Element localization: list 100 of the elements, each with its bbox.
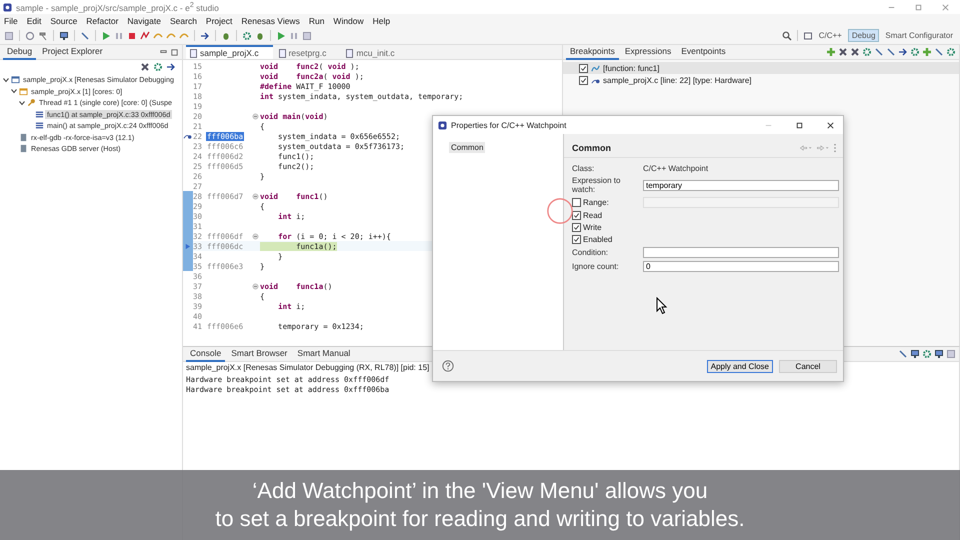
run-icon[interactable] xyxy=(276,30,286,40)
field-label: Class: xyxy=(572,164,596,173)
perspective-button[interactable]: C/C++ xyxy=(816,30,845,41)
page-heading: Common xyxy=(572,143,611,153)
editor-tab[interactable]: sample_projX.c xyxy=(186,45,273,59)
checkbox[interactable] xyxy=(579,76,588,84)
highlight-circle xyxy=(546,197,574,225)
menu-item[interactable]: Run xyxy=(308,16,324,26)
gear-icon[interactable] xyxy=(242,30,252,40)
menu-item[interactable]: Window xyxy=(333,16,364,26)
field-label: Ignore count: xyxy=(572,262,620,271)
range-bar xyxy=(183,191,193,201)
breakpoint-marker-icon xyxy=(183,132,192,140)
range-bar xyxy=(183,261,193,271)
gear-icon[interactable] xyxy=(862,47,872,57)
menu-item[interactable]: Help xyxy=(372,16,390,26)
checkbox[interactable] xyxy=(572,198,581,207)
help-icon[interactable] xyxy=(442,360,454,372)
condition-field[interactable] xyxy=(643,247,839,258)
stack-frame-icon xyxy=(35,121,44,130)
run-icon[interactable] xyxy=(101,30,111,40)
checkbox[interactable] xyxy=(572,223,581,232)
open-perspective-icon[interactable] xyxy=(802,30,813,40)
breakpoint-row[interactable]: sample_projX.c [line: 22] [type: Hardware] xyxy=(563,74,959,86)
menu-item[interactable]: Search xyxy=(170,16,197,26)
key-icon xyxy=(27,98,36,108)
editor-tab[interactable]: mcu_init.c xyxy=(342,45,409,59)
clock-icon[interactable] xyxy=(25,30,35,40)
wave-icon xyxy=(591,64,600,72)
file-icon xyxy=(190,48,197,58)
more-options-icon[interactable] xyxy=(833,143,837,153)
fold-toggle-icon[interactable] xyxy=(252,112,259,120)
monitor-icon[interactable] xyxy=(910,349,920,359)
gear-icon[interactable] xyxy=(946,47,956,57)
save-icon[interactable] xyxy=(4,30,14,40)
pause-icon[interactable] xyxy=(114,30,124,40)
checkbox[interactable] xyxy=(579,64,588,72)
checkbox-label: Read xyxy=(583,211,602,220)
plus-icon[interactable] xyxy=(922,47,932,57)
menu-item[interactable]: File xyxy=(4,16,18,26)
page-list-item[interactable]: Common xyxy=(449,142,486,153)
save-icon[interactable] xyxy=(302,30,312,40)
remove-icon[interactable] xyxy=(838,47,848,57)
mouse-cursor-icon xyxy=(656,297,668,315)
menu-item[interactable]: Refactor xyxy=(86,16,118,26)
close-icon[interactable] xyxy=(826,120,835,130)
app-logo-icon xyxy=(3,2,12,12)
field-label: Condition: xyxy=(572,248,610,257)
arrow-icon[interactable] xyxy=(200,30,210,40)
menu-item[interactable]: Navigate xyxy=(127,16,161,26)
maximize-icon[interactable] xyxy=(795,120,804,130)
expand-chevron-icon[interactable] xyxy=(2,76,10,84)
checkbox[interactable] xyxy=(572,211,581,220)
checkbox-label: Range: xyxy=(583,198,609,207)
view-tab[interactable]: Smart Manual xyxy=(293,347,354,362)
pause-icon[interactable] xyxy=(289,30,299,40)
checkbox-label: Write xyxy=(583,223,602,232)
remove-icon[interactable] xyxy=(850,47,860,57)
stop-icon[interactable] xyxy=(127,30,137,40)
perspective-button[interactable]: Debug xyxy=(848,29,880,42)
checkbox[interactable] xyxy=(572,235,581,244)
menu-item[interactable]: Project xyxy=(206,16,232,26)
view-tab[interactable]: Expressions xyxy=(620,45,676,60)
gear-icon[interactable] xyxy=(153,62,163,72)
dialog-button[interactable]: Apply and Close xyxy=(706,360,773,372)
expand-chevron-icon[interactable] xyxy=(18,98,26,107)
view-tab[interactable]: Smart Browser xyxy=(227,347,292,362)
view-tab[interactable]: Eventpoints xyxy=(677,45,730,60)
gear-icon[interactable] xyxy=(910,47,920,57)
fold-toggle-icon[interactable] xyxy=(252,192,259,200)
dialog-title: Properties for C/C++ Watchpoint xyxy=(451,120,566,130)
checkbox-label: Enabled xyxy=(583,235,612,244)
hammer-icon[interactable] xyxy=(38,30,48,40)
expand-chevron-icon[interactable] xyxy=(10,87,18,96)
view-tab[interactable]: Debug xyxy=(3,45,36,60)
monitor-icon[interactable] xyxy=(934,349,944,359)
arrow-icon[interactable] xyxy=(898,47,908,57)
view-tab[interactable]: Project Explorer xyxy=(38,45,107,60)
breakpoint-row[interactable]: [function: func1] xyxy=(563,62,959,74)
caption-text: to set a breakpoint for reading and writing to variables. xyxy=(215,505,745,533)
stack-frame-icon xyxy=(35,110,44,119)
menu-item[interactable]: Renesas Views xyxy=(241,16,300,26)
app-logo-icon xyxy=(438,120,447,130)
perspective-button[interactable]: Smart Configurator xyxy=(882,30,956,41)
remove-icon[interactable] xyxy=(140,62,150,72)
expression-field[interactable]: temporary xyxy=(643,180,839,190)
ignore-count-field[interactable]: 0 xyxy=(643,261,839,272)
dialog-button[interactable]: Cancel xyxy=(779,360,837,372)
fold-toggle-icon[interactable] xyxy=(252,232,259,240)
gear-icon[interactable] xyxy=(922,349,932,359)
menu-item[interactable]: Source xyxy=(50,16,78,26)
project-icon xyxy=(11,75,20,84)
editor-tab[interactable]: resetprg.c xyxy=(274,45,340,59)
arrow-icon[interactable] xyxy=(166,62,176,72)
monitor-icon[interactable] xyxy=(59,30,69,40)
view-tab[interactable]: Breakpoints xyxy=(566,45,619,60)
file-icon xyxy=(346,48,354,58)
menu-item[interactable]: Edit xyxy=(26,16,42,26)
search-icon[interactable] xyxy=(782,30,792,40)
fold-toggle-icon[interactable] xyxy=(252,282,259,290)
